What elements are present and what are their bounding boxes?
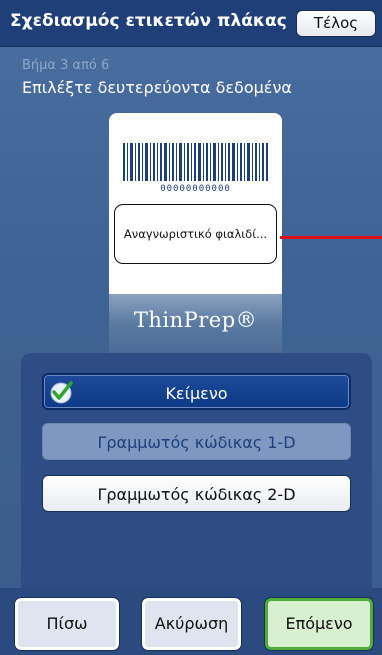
page-title: Σχεδιασμός ετικετών πλάκας bbox=[10, 11, 287, 31]
next-button[interactable]: Επόμενο bbox=[264, 597, 374, 651]
step-title: Επιλέξτε δευτερεύοντα δεδομένα bbox=[22, 78, 292, 97]
label-design-screen: Σχεδιασμός ετικετών πλάκας Τέλος Βήμα 3 … bbox=[0, 0, 382, 655]
back-button[interactable]: Πίσω bbox=[14, 597, 120, 651]
secondary-data-field-text: Αναγνωριστικό φιαλιδί... bbox=[123, 227, 268, 241]
header-bar: Σχεδιασμός ετικετών πλάκας Τέλος bbox=[0, 0, 382, 47]
options-panel: Κείμενο Γραμμωτός κώδικας 1-D Γραμμωτός … bbox=[21, 353, 372, 603]
secondary-data-field[interactable]: Αναγνωριστικό φιαλιδί... bbox=[114, 204, 277, 264]
pointer-line bbox=[280, 236, 382, 239]
barcode-graphic bbox=[123, 143, 268, 181]
brand-logo: ThinPrep® bbox=[133, 308, 258, 332]
footer-bar: Πίσω Ακύρωση Επόμενο bbox=[0, 588, 382, 655]
check-icon bbox=[50, 381, 73, 404]
step-indicator: Βήμα 3 από 6 bbox=[22, 58, 110, 73]
option-barcode-1d[interactable]: Γραμμωτός κώδικας 1-D bbox=[42, 423, 351, 460]
barcode-digits: 00000000000 bbox=[160, 184, 231, 194]
option-text[interactable]: Κείμενο bbox=[42, 373, 351, 410]
option-text-label: Κείμενο bbox=[165, 384, 228, 403]
option-barcode-2d[interactable]: Γραμμωτός κώδικας 2-D bbox=[42, 475, 351, 512]
cancel-button[interactable]: Ακύρωση bbox=[141, 597, 242, 651]
brand-strip: ThinPrep® bbox=[109, 294, 282, 354]
label-preview: 00000000000 Αναγνωριστικό φιαλιδί... Thi… bbox=[109, 113, 282, 354]
option-barcode-1d-label: Γραμμωτός κώδικας 1-D bbox=[97, 433, 296, 452]
done-button[interactable]: Τέλος bbox=[296, 10, 376, 37]
option-barcode-2d-label: Γραμμωτός κώδικας 2-D bbox=[97, 485, 296, 504]
